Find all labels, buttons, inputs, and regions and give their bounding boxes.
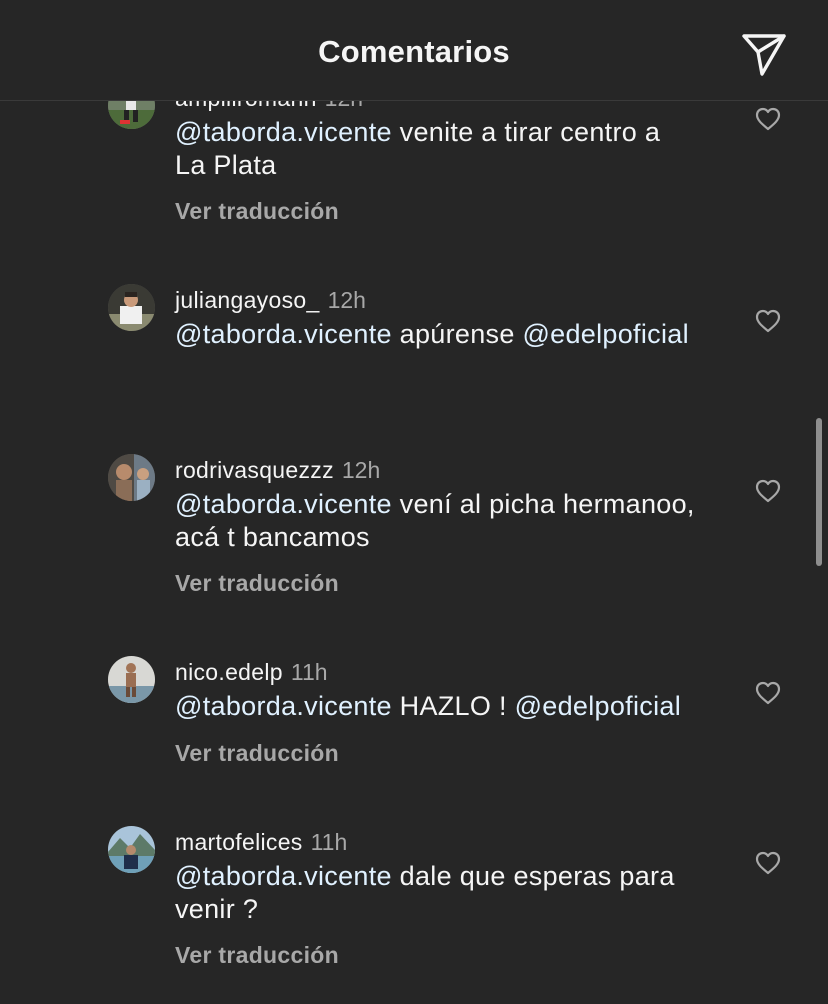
timestamp: 11h [290, 659, 328, 685]
username[interactable]: nico.edelp [175, 659, 283, 685]
heart-icon[interactable] [755, 851, 781, 875]
see-translation-link[interactable]: Ver traducción [175, 570, 339, 597]
comment-meta: nico.edelp 11h [175, 658, 328, 686]
username[interactable]: martofelices [175, 829, 303, 855]
timestamp: 11h [310, 829, 348, 855]
header: Comentarios [0, 0, 828, 101]
avatar[interactable] [108, 284, 155, 331]
comment-text: @taborda.vicente HAZLO ! @edelpoficial [175, 690, 735, 723]
comment-text-line1: apúrense [399, 319, 515, 349]
comment-text: @taborda.vicente dale que esperas para v… [175, 860, 735, 926]
mention-link[interactable]: @edelpoficial [515, 691, 681, 721]
comment-meta: juliangayoso_ 12h [175, 286, 366, 314]
scrollbar[interactable] [816, 418, 822, 566]
avatar[interactable] [108, 826, 155, 873]
avatar[interactable] [108, 656, 155, 703]
page-title: Comentarios [318, 34, 510, 69]
comment-text-line1: HAZLO ! [399, 691, 507, 721]
timestamp: 12h [341, 457, 381, 483]
comment-text-line2: acá t bancamos [175, 522, 370, 552]
see-translation-link[interactable]: Ver traducción [175, 942, 339, 969]
mention-link[interactable]: @taborda.vicente [175, 489, 392, 519]
comment-text-line1: vení al picha hermanoo, [399, 489, 695, 519]
mention-link[interactable]: @taborda.vicente [175, 117, 392, 147]
heart-icon[interactable] [755, 681, 781, 705]
mention-link[interactable]: @taborda.vicente [175, 691, 392, 721]
heart-icon[interactable] [755, 479, 781, 503]
comment-text-line2: venir ? [175, 894, 259, 924]
see-translation-link[interactable]: Ver traducción [175, 198, 339, 225]
mention-link[interactable]: @taborda.vicente [175, 861, 392, 891]
comment-text-line2: La Plata [175, 150, 277, 180]
comment-text: @taborda.vicente vení al picha hermanoo,… [175, 488, 735, 554]
comments-list[interactable]: ampiliromann12h @taborda.vicente venite … [0, 0, 828, 1004]
timestamp: 12h [327, 287, 366, 313]
heart-icon[interactable] [755, 107, 781, 131]
avatar[interactable] [108, 454, 155, 501]
comment-text-line1: venite a tirar centro a [399, 117, 661, 147]
comment-meta: rodrivasquezzz 12h [175, 456, 380, 484]
mention-link[interactable]: @taborda.vicente [175, 319, 392, 349]
mention-link[interactable]: @edelpoficial [522, 319, 688, 349]
paper-plane-icon[interactable] [738, 30, 790, 80]
username[interactable]: juliangayoso_ [175, 287, 320, 313]
heart-icon[interactable] [755, 309, 781, 333]
comment-text: @taborda.vicente venite a tirar centro a… [175, 116, 735, 182]
see-translation-link[interactable]: Ver traducción [175, 740, 339, 767]
comment-text-line1: dale que esperas para [399, 861, 675, 891]
comment-meta: martofelices 11h [175, 828, 347, 856]
comment-text: @taborda.vicente apúrense @edelpoficial [175, 318, 735, 351]
username[interactable]: rodrivasquezzz [175, 457, 334, 483]
